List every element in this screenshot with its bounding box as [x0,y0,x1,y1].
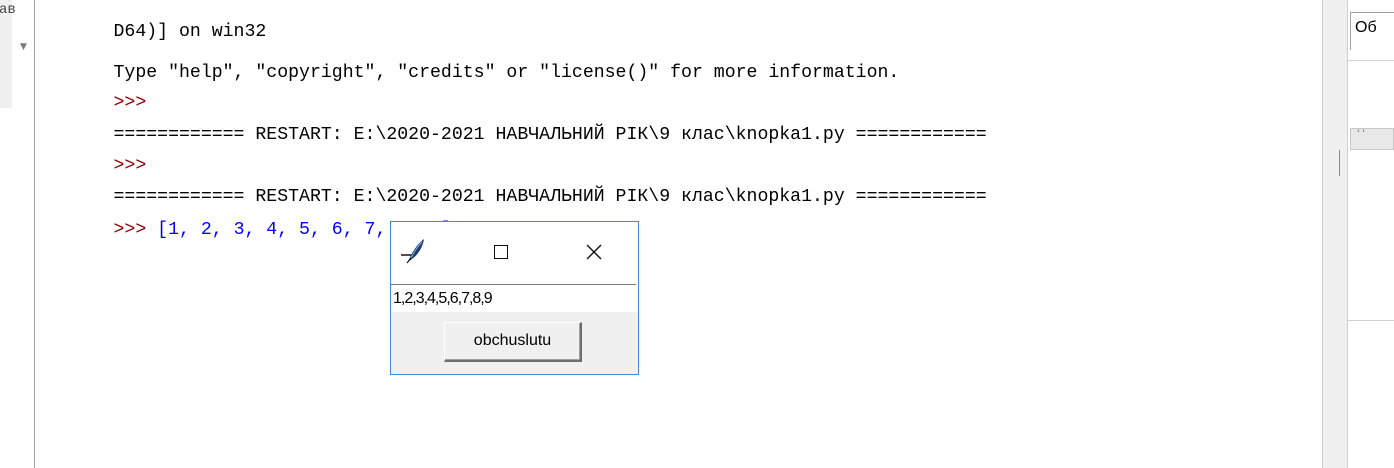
divider [1348,60,1394,61]
calculate-button[interactable]: obchuslutu [444,322,582,362]
shell-prompt-line: >>> [48,64,147,113]
chevron-down-icon[interactable]: ▼ [20,42,27,52]
shell-restart-line: ============ RESTART: E:\2020-2021 НАВЧА… [48,158,987,207]
shell-prompt-line: >>> [48,127,147,176]
shell-line: D64)] on win32 [48,0,267,42]
shell-line-text: Type "help", "copyright", "credits" or "… [113,63,900,83]
right-tab[interactable]: Об [1350,12,1394,50]
right-panel [1348,0,1394,468]
python-shell[interactable]: D64)] on win32 Type "help", "copyright",… [48,0,1316,468]
close-icon[interactable] [574,236,614,268]
numbers-entry[interactable]: 1,2,3,4,5,6,7,8,9 [391,284,636,312]
desktop-screen: ав ▼ D64)] on win32 Type "help", "copyri… [0,0,1394,468]
shell-line: Type "help", "copyright", "credits" or "… [48,34,900,83]
right-scroll-area[interactable] [1322,0,1348,468]
tk-titlebar[interactable] [391,222,638,284]
maximize-icon[interactable] [481,236,521,268]
right-box: ' ' [1350,128,1394,150]
shell-line-text: ============ RESTART: E:\2020-2021 НАВЧА… [113,125,987,145]
tk-window: 1,2,3,4,5,6,7,8,9 obchuslutu [390,221,639,375]
shell-prompt-line: >>> [1, 2, 3, 4, 5, 6, 7, 8, 9] [48,191,452,240]
divider [1348,320,1394,321]
right-scroll-mark [1339,150,1340,176]
shell-prompt: >>> [113,220,147,240]
left-gutter-top: ав [0,0,16,108]
tk-client-area: obchuslutu [391,312,638,374]
gutter-fragment: ав [0,2,16,18]
shell-restart-line: ============ RESTART: E:\2020-2021 НАВЧА… [48,96,987,145]
tk-feather-icon [399,236,429,266]
shell-border [34,0,35,468]
